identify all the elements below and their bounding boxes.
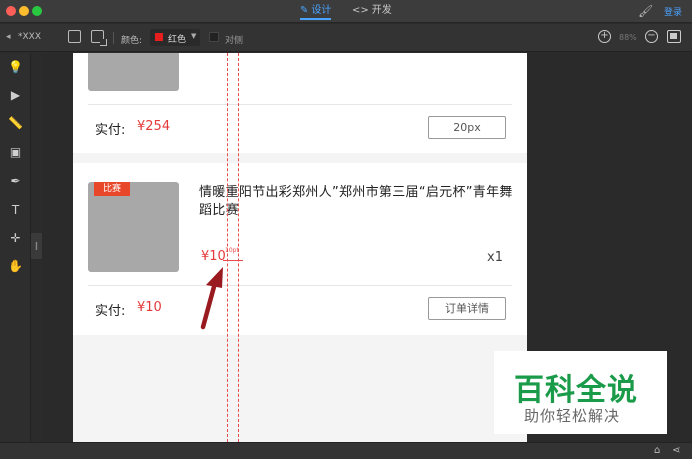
color-select[interactable]: 红色 ▼ [150,29,200,46]
chevron-down-icon: ▼ [191,32,197,40]
hand-icon[interactable]: ✋ [7,258,24,275]
tab-develop-label: 开发 [371,5,392,16]
color-select-value: 红色 [168,35,187,45]
login-link[interactable]: 登录 [664,5,682,18]
product-thumbnail: 比赛 [88,182,179,272]
tab-design-label: 设计 [311,5,332,16]
align-label: 对侧 [225,36,244,46]
color-swatch [155,33,163,41]
minimize-window-button[interactable] [19,6,29,16]
pay-label: 实付: [95,304,126,319]
share-icon[interactable]: ⋖ [672,445,680,456]
home-icon[interactable]: ⌂ [654,445,660,456]
card-divider [88,285,512,286]
close-window-button[interactable] [6,6,16,16]
order-detail-button[interactable]: 订单详情 [428,297,506,320]
zoom-level: 88% [619,33,637,42]
pointer-icon[interactable]: ▶ [7,87,24,104]
order-card: 比赛 情暖重阳节出彩郑州人”郑州市第三届“启元杯”青年舞蹈比赛 ¥10 x1 1… [73,163,527,335]
crosshair-icon[interactable]: ✛ [7,230,24,247]
export-icon[interactable] [91,30,107,46]
title-bar: ✎ 设计 <> 开发 🖌 登录 [0,0,692,23]
tab-design[interactable]: ✎ 设计 [300,4,332,20]
watermark-logo: 百科全说 助你轻松解决 [494,351,667,434]
pay-label: 实付: [95,123,126,138]
category-badge: 比赛 [94,182,130,196]
fit-screen-icon[interactable] [667,30,681,43]
app-window: ✎ 设计 <> 开发 🖌 登录 ◂ *XXX 颜色: 红色 ▼ 对侧 + 88% −… [0,0,692,459]
product-quantity: x1 [487,250,503,265]
tab-develop[interactable]: <> 开发 [352,4,392,20]
align-checkbox[interactable] [209,32,219,42]
watermark-title: 百科全说 [514,373,638,408]
file-name: *XXX [18,32,41,42]
sidebar-collapse-handle[interactable]: ❙ [31,233,42,259]
code-icon: <> [352,5,369,16]
toolbar: ◂ *XXX 颜色: 红色 ▼ 对侧 + 88% − [0,24,692,52]
artboard: 实付: ¥254 20px 比赛 情暖重阳节出彩郑州人”郑州市第三届“启元杯”青… [73,53,527,442]
frame-icon[interactable]: ▣ [7,144,24,161]
brush-icon[interactable]: 🖌 [638,4,653,18]
guide-line[interactable] [238,53,239,442]
watermark-subtitle: 助你轻松解决 [524,407,621,425]
zoom-in-icon[interactable]: + [598,30,611,43]
zoom-out-icon[interactable]: − [645,30,658,43]
text-icon[interactable]: T [7,202,24,219]
guide-line[interactable] [227,53,228,442]
pay-amount: ¥254 [137,119,171,134]
maximize-window-button[interactable] [32,6,42,16]
product-title: 情暖重阳节出彩郑州人”郑州市第三届“启元杯”青年舞蹈比赛 [199,185,513,218]
pay-amount: ¥10 [137,300,162,315]
bulb-icon[interactable]: 💡 [7,59,24,76]
toolbar-divider [113,32,114,44]
size-button[interactable]: 20px [428,116,506,139]
pencil-icon: ✎ [300,5,309,16]
annotation-arrow [200,267,223,330]
product-thumbnail [88,53,179,91]
eyedropper-icon[interactable]: ✒ [7,173,24,190]
tool-sidebar: 💡 ▶ 📏 ▣ ✒ T ✛ ✋ [0,53,31,442]
save-icon[interactable] [68,30,81,43]
back-arrow-icon[interactable]: ◂ [6,32,11,42]
order-card-top: 实付: ¥254 20px [73,53,527,153]
ruler-icon[interactable]: 📏 [7,115,24,132]
card-divider [88,104,512,105]
status-bar: ⌂ ⋖ [0,442,692,459]
color-label: 颜色: [121,36,143,46]
